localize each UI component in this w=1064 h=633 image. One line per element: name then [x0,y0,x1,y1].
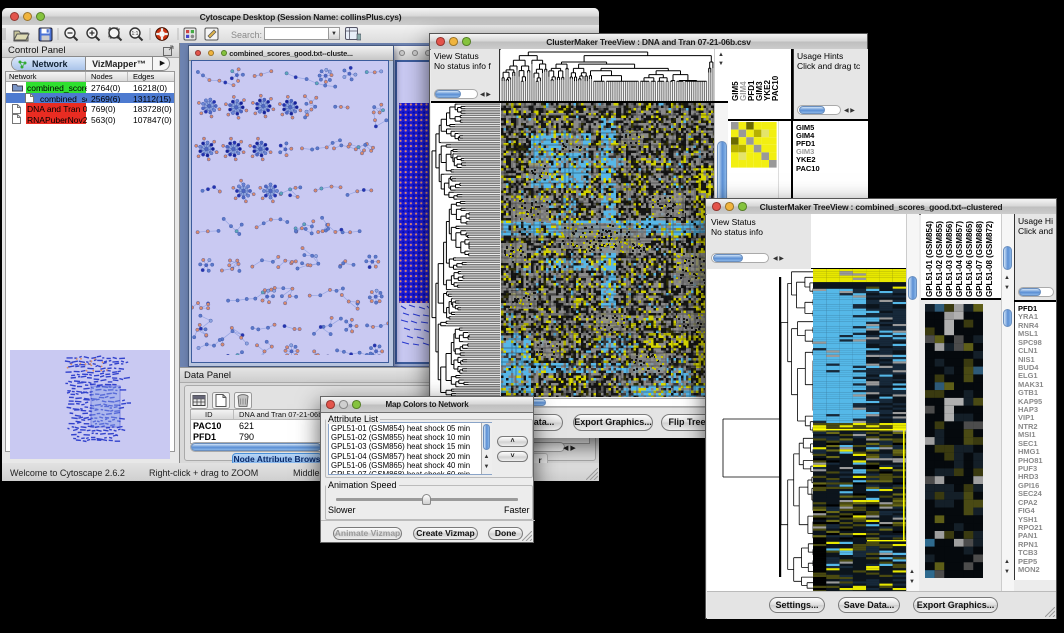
svg-text:1:1: 1:1 [132,31,139,37]
